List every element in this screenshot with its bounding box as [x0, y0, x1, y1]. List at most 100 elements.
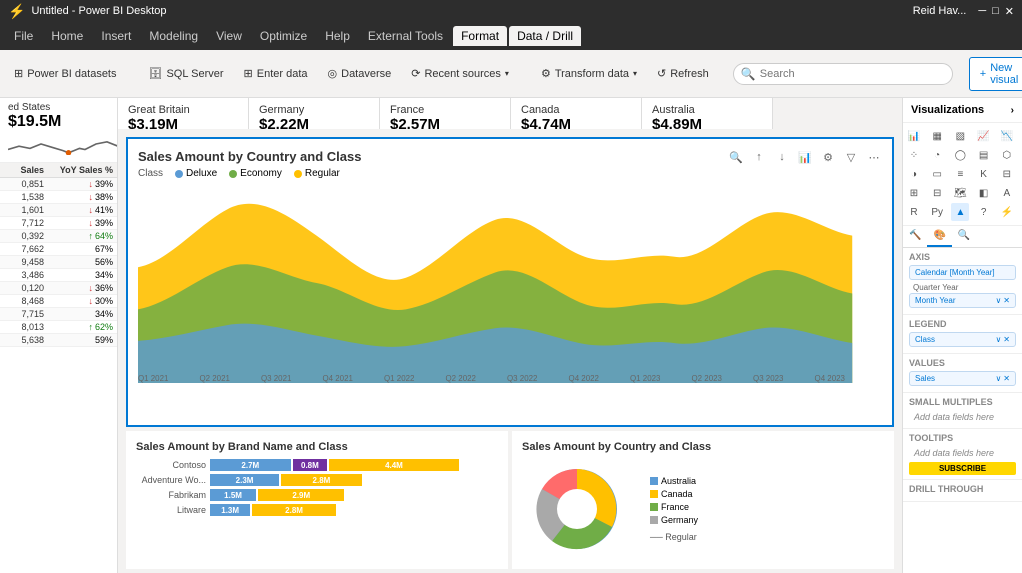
viz-icon-qna[interactable]: ?: [975, 203, 993, 221]
window-controls: ─ □ ✕: [978, 5, 1014, 18]
menu-item-file[interactable]: File: [6, 26, 41, 46]
close-btn[interactable]: ✕: [1005, 5, 1014, 18]
power-bi-datasets-btn[interactable]: ⊞ Power BI datasets: [6, 63, 125, 84]
yoy-val: ↓39%: [48, 218, 113, 228]
viz-icon-gauge[interactable]: ◑: [905, 165, 923, 183]
viz-icon-smart[interactable]: ⚡: [998, 203, 1016, 221]
viz-icon-kpi[interactable]: K: [975, 165, 993, 183]
viz-legend-class-field[interactable]: Class ∨ ✕: [909, 332, 1016, 347]
viz-icon-table[interactable]: ⊞: [905, 184, 923, 202]
subscribe-badge: SUBSCRIBE: [909, 462, 1016, 475]
viz-icon-donut[interactable]: ◯: [951, 146, 969, 164]
viz-icon-stacked-bar[interactable]: ▦: [928, 127, 946, 145]
viz-icon-area-active[interactable]: ▲: [951, 203, 969, 221]
chart-up-btn[interactable]: ↑: [749, 147, 769, 167]
main-chart[interactable]: Sales Amount by Country and Class Class …: [126, 137, 894, 427]
viz-icon-slicer[interactable]: ⊟: [998, 165, 1016, 183]
viz-icon-az-map[interactable]: A: [998, 184, 1016, 202]
yoy-val: 34%: [48, 309, 113, 319]
bar-row-contoso: Contoso 2.7M 0.8M 4.4M: [136, 459, 498, 471]
user-name: Reid Hav...: [913, 5, 967, 17]
viz-tab-analytics[interactable]: 🔍: [952, 226, 976, 247]
viz-icon-py-visual[interactable]: Py: [928, 203, 946, 221]
chart-search-btn[interactable]: 🔍: [726, 147, 746, 167]
sales-col-header: Sales: [4, 165, 48, 175]
menu-item-data-drill[interactable]: Data / Drill: [509, 26, 581, 46]
maximize-btn[interactable]: □: [992, 5, 999, 18]
sales-val: 3,486: [4, 270, 48, 280]
dataverse-btn[interactable]: ◎ Dataverse: [320, 63, 400, 84]
viz-tab-format[interactable]: 🎨: [927, 226, 951, 247]
bar-seg-economy: 0.8M: [293, 459, 328, 471]
viz-axis-month-year[interactable]: Month Year ∨ ✕: [909, 293, 1016, 308]
viz-values-sales-field[interactable]: Sales ∨ ✕: [909, 371, 1016, 386]
menu-item-home[interactable]: Home: [43, 26, 91, 46]
viz-icon-card[interactable]: ▭: [928, 165, 946, 183]
menu-item-view[interactable]: View: [208, 26, 250, 46]
country-card-de[interactable]: Germany $2.22M: [249, 98, 380, 129]
transform-data-btn[interactable]: ⚙ Transform data ▾: [533, 63, 645, 84]
menu-item-optimize[interactable]: Optimize: [252, 26, 315, 46]
chart-down-btn[interactable]: ↓: [772, 147, 792, 167]
menu-item-insert[interactable]: Insert: [93, 26, 139, 46]
center-area: Great Britain $3.19M Germany $2.22M Fran…: [118, 98, 902, 573]
axis-chevron-down[interactable]: ∨: [995, 296, 1001, 305]
table-header: Sales YoY Sales %: [0, 163, 117, 178]
pie-chart[interactable]: Sales Amount by Country and Class: [512, 431, 894, 569]
viz-icon-filled-map[interactable]: ◧: [975, 184, 993, 202]
minimize-btn[interactable]: ─: [978, 5, 986, 18]
sql-server-btn[interactable]: 🗄 SQL Server: [141, 63, 232, 84]
menu-item-modeling[interactable]: Modeling: [141, 26, 206, 46]
bar-label: Contoso: [136, 460, 206, 470]
refresh-btn[interactable]: ↺ Refresh: [649, 63, 717, 84]
viz-icon-scatter[interactable]: ⁘: [905, 146, 923, 164]
top-country-sparkline: [8, 133, 118, 155]
bar-chart[interactable]: Sales Amount by Brand Name and Class Con…: [126, 431, 508, 569]
viz-tooltips-add[interactable]: Add data fields here: [909, 446, 1016, 460]
chart-funnel-btn[interactable]: ▽: [841, 147, 861, 167]
axis-x-btn[interactable]: ✕: [1003, 296, 1010, 305]
viz-icon-treemap[interactable]: ▤: [975, 146, 993, 164]
menu-item-format[interactable]: Format: [453, 26, 507, 46]
menu-item-help[interactable]: Help: [317, 26, 358, 46]
viz-icon-area[interactable]: 📉: [998, 127, 1016, 145]
country-card-fr[interactable]: France $2.57M: [380, 98, 511, 129]
values-x-btn[interactable]: ✕: [1003, 374, 1010, 383]
values-sales-label: Sales: [915, 374, 935, 383]
viz-tabs: 🔨 🎨 🔍: [903, 226, 1022, 248]
viz-icon-multi-row[interactable]: ≡: [951, 165, 969, 183]
viz-icon-matrix[interactable]: ⊟: [928, 184, 946, 202]
values-chevron[interactable]: ∨: [995, 374, 1001, 383]
country-card-au[interactable]: Australia $4.89M: [642, 98, 773, 129]
viz-panel-collapse-icon[interactable]: ›: [1011, 105, 1014, 116]
viz-icon-line[interactable]: 📈: [975, 127, 993, 145]
viz-icon-100-bar[interactable]: ▧: [951, 127, 969, 145]
chart-more-btn[interactable]: ⋯: [864, 147, 884, 167]
viz-values-section: Values Sales ∨ ✕: [903, 354, 1022, 393]
search-input[interactable]: [733, 63, 953, 85]
menu-item-external-tools[interactable]: External Tools: [360, 26, 451, 46]
enter-data-btn[interactable]: ⊞ Enter data: [236, 63, 316, 84]
viz-axis-calendar-field[interactable]: Calendar [Month Year]: [909, 265, 1016, 280]
viz-icon-bar[interactable]: 📊: [905, 127, 923, 145]
sql-server-label: SQL Server: [166, 68, 223, 80]
viz-icon-map[interactable]: 🗺: [951, 184, 969, 202]
svg-text:Q3 2022: Q3 2022: [507, 374, 538, 383]
viz-icon-funnel[interactable]: ⬡: [998, 146, 1016, 164]
country-card-fr-name: France: [390, 104, 500, 116]
chart-filter-btn[interactable]: ⚙: [818, 147, 838, 167]
chart-bar-btn[interactable]: 📊: [795, 147, 815, 167]
country-card-ca[interactable]: Canada $4.74M: [511, 98, 642, 129]
legend-x-btn[interactable]: ✕: [1003, 335, 1010, 344]
country-card-gb[interactable]: Great Britain $3.19M: [118, 98, 249, 129]
legend-chevron[interactable]: ∨: [995, 335, 1001, 344]
search-icon: 🔍: [741, 67, 756, 81]
recent-sources-btn[interactable]: ⟳ Recent sources ▾: [403, 63, 517, 84]
viz-icon-pie[interactable]: ◔: [928, 146, 946, 164]
refresh-label: Refresh: [670, 68, 709, 80]
viz-tab-build[interactable]: 🔨: [903, 226, 927, 247]
viz-small-multiples-add[interactable]: Add data fields here: [909, 410, 1016, 424]
new-visual-btn[interactable]: + New visual: [969, 57, 1022, 91]
viz-icon-r-visual[interactable]: R: [905, 203, 923, 221]
yoy-val: ↓30%: [48, 296, 113, 306]
